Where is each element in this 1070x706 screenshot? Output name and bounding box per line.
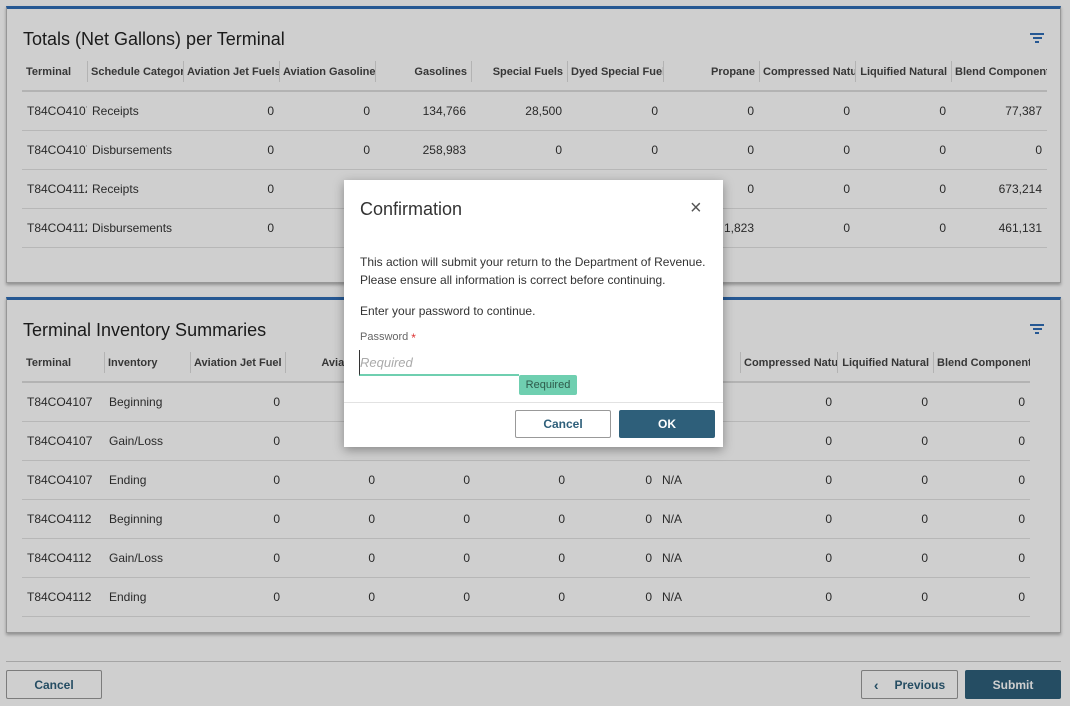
validation-tooltip: Required bbox=[519, 375, 577, 395]
required-marker: * bbox=[411, 331, 416, 345]
password-input[interactable] bbox=[359, 350, 519, 376]
close-icon[interactable]: × bbox=[690, 197, 702, 220]
dialog-title: Confirmation bbox=[360, 199, 463, 219]
password-label: Password * bbox=[360, 331, 416, 345]
dialog-cancel-button[interactable]: Cancel bbox=[515, 410, 611, 438]
confirmation-dialog: Confirmation × This action will submit y… bbox=[344, 180, 723, 447]
message-line: This action will submit your return to t… bbox=[360, 255, 706, 269]
dialog-message: This action will submit your return to t… bbox=[360, 253, 706, 289]
message-line: Please ensure all information is correct… bbox=[360, 273, 666, 287]
ok-button[interactable]: OK bbox=[619, 410, 715, 438]
password-prompt: Enter your password to continue. bbox=[360, 304, 536, 318]
password-label-text: Password bbox=[360, 331, 409, 343]
dialog-divider bbox=[344, 402, 723, 403]
